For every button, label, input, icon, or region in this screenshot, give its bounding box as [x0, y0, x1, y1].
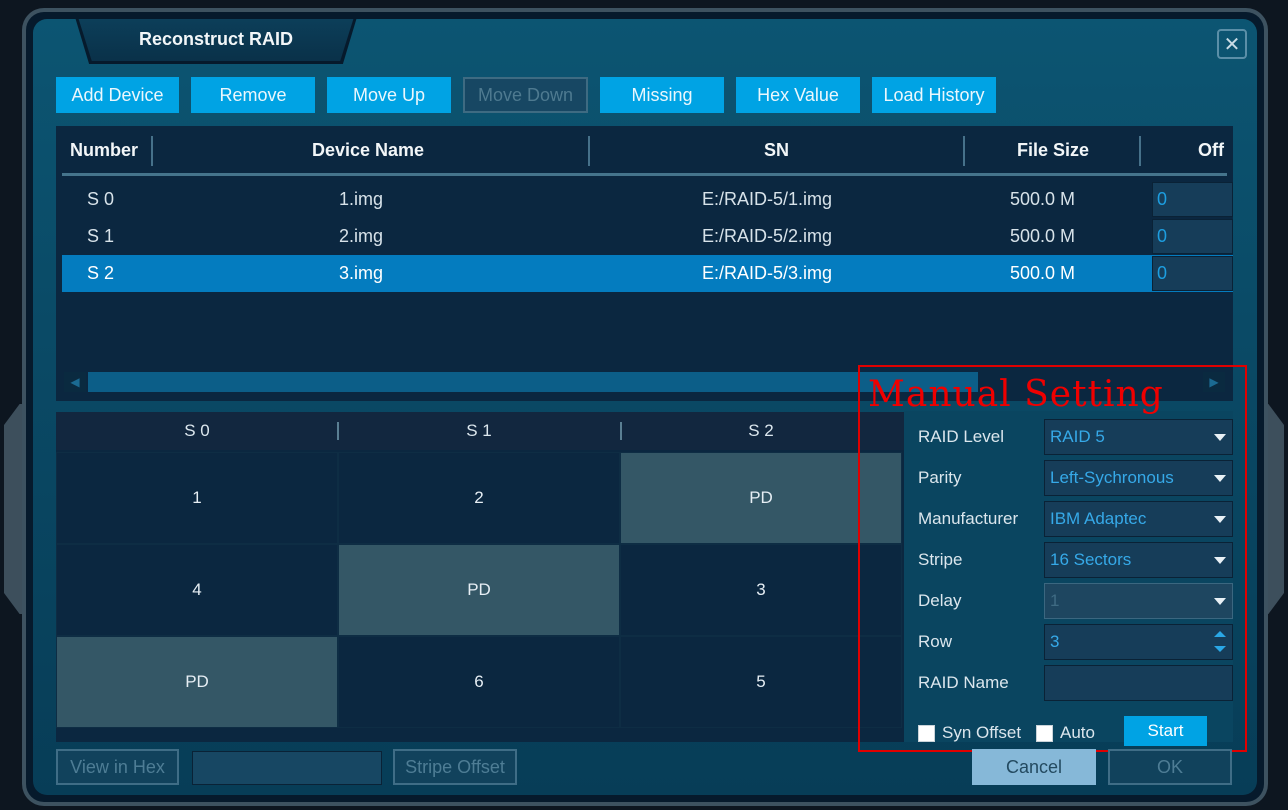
raid-name-row: RAID Name [904, 665, 1233, 701]
raid-level-label: RAID Level [918, 427, 1004, 446]
table-header: Number Device Name SN File Size Off [62, 126, 1227, 176]
cell-number: S 2 [87, 263, 115, 283]
manual-settings-panel: RAID Level RAID 5 Parity Left-Sychronous… [904, 411, 1233, 742]
cell-file-size: 500.0 M [1010, 263, 1076, 283]
scroll-right-arrow-icon[interactable]: ▶ [1203, 372, 1225, 392]
grid-cell-parity[interactable]: PD [620, 452, 902, 544]
grid-column-s0: S 0 [184, 421, 210, 440]
cell-sn: E:/RAID-5/1.img [702, 189, 833, 209]
checkbox-icon[interactable] [918, 724, 935, 742]
column-header-sn[interactable]: SN [764, 140, 789, 161]
column-header-number[interactable]: Number [70, 140, 138, 161]
toolbar: Add Device Remove Move Up Move Down Miss… [56, 77, 996, 113]
scroll-left-arrow-icon[interactable]: ◀ [64, 372, 86, 392]
row-label: Row [918, 632, 953, 651]
cell-sn: E:/RAID-5/2.img [702, 226, 833, 246]
delay-label: Delay [918, 591, 962, 610]
offset-input[interactable]: 0 [1152, 219, 1233, 254]
stripe-offset-button[interactable]: Stripe Offset [393, 749, 517, 785]
raid-layout-grid: S 0 S 1 S 2 1 2 PD 4 PD 3 PD 6 5 [56, 412, 904, 742]
offset-input[interactable]: 0 [1152, 256, 1233, 291]
table-row-selected[interactable]: S 2 3.img E:/RAID-5/3.img 500.0 M 0 [62, 255, 1233, 292]
parity-label: Parity [918, 468, 962, 487]
cell-number: S 0 [87, 189, 115, 209]
table-row[interactable]: S 1 2.img E:/RAID-5/2.img 500.0 M 0 [62, 218, 1233, 255]
grid-cell-parity[interactable]: PD [56, 636, 338, 728]
grid-header: S 0 S 1 S 2 [56, 412, 904, 450]
ok-button[interactable]: OK [1108, 749, 1232, 785]
row-spinbox[interactable]: 3 [1044, 624, 1233, 660]
chevron-down-icon [1214, 475, 1226, 482]
raid-name-label: RAID Name [918, 673, 1009, 692]
column-header-device-name[interactable]: Device Name [312, 140, 424, 161]
stripe-row: Stripe 16 Sectors [904, 542, 1233, 578]
checkbox-icon[interactable] [1036, 724, 1053, 742]
chevron-down-icon [1214, 557, 1226, 564]
cell-device-name: 3.img [339, 263, 384, 283]
raid-level-select[interactable]: RAID 5 [1044, 419, 1233, 455]
close-button[interactable]: ✕ [1217, 29, 1247, 59]
offset-input[interactable]: 0 [1152, 182, 1233, 217]
load-history-button[interactable]: Load History [872, 77, 996, 113]
syn-offset-checkbox[interactable]: Syn Offset [918, 723, 1021, 743]
cell-device-name: 1.img [339, 189, 384, 209]
move-down-button[interactable]: Move Down [463, 77, 588, 113]
stripe-select[interactable]: 16 Sectors [1044, 542, 1233, 578]
cell-file-size: 500.0 M [1010, 226, 1076, 246]
cell-device-name: 2.img [339, 226, 384, 246]
cell-number: S 1 [87, 226, 115, 246]
raid-name-input[interactable] [1044, 665, 1233, 701]
parity-select[interactable]: Left-Sychronous [1044, 460, 1233, 496]
spin-up-icon[interactable] [1214, 631, 1226, 637]
grid-cell[interactable]: 4 [56, 544, 338, 636]
delay-row: Delay 1 [904, 583, 1233, 619]
dialog-title: Reconstruct RAID [138, 29, 294, 49]
scrollbar-thumb[interactable] [88, 372, 978, 392]
hex-offset-input[interactable] [192, 751, 382, 785]
column-header-offset[interactable]: Off [1198, 140, 1224, 161]
start-button[interactable]: Start [1124, 716, 1207, 746]
reconstruct-raid-dialog: Reconstruct RAID ✕ Add Device Remove Mov… [33, 19, 1257, 795]
close-icon: ✕ [1223, 33, 1241, 56]
delay-select[interactable]: 1 [1044, 583, 1233, 619]
cell-file-size: 500.0 M [1010, 189, 1076, 209]
grid-column-s2: S 2 [748, 421, 774, 440]
chevron-down-icon [1214, 434, 1226, 441]
view-in-hex-button[interactable]: View in Hex [56, 749, 179, 785]
manufacturer-row: Manufacturer IBM Adaptec [904, 501, 1233, 537]
chevron-down-icon [1214, 598, 1226, 605]
grid-cell[interactable]: 2 [338, 452, 620, 544]
dialog-frame: Reconstruct RAID ✕ Add Device Remove Mov… [22, 8, 1268, 806]
move-up-button[interactable]: Move Up [327, 77, 451, 113]
spin-down-icon[interactable] [1214, 646, 1226, 652]
add-device-button[interactable]: Add Device [56, 77, 179, 113]
grid-cell-parity[interactable]: PD [338, 544, 620, 636]
auto-checkbox[interactable]: Auto [1036, 723, 1095, 743]
column-header-file-size[interactable]: File Size [1017, 140, 1089, 161]
grid-cell[interactable]: 3 [620, 544, 902, 636]
chevron-down-icon [1214, 516, 1226, 523]
manufacturer-label: Manufacturer [918, 509, 1019, 528]
row-count-row: Row 3 [904, 624, 1233, 660]
grid-cell[interactable]: 5 [620, 636, 902, 728]
parity-row: Parity Left-Sychronous [904, 460, 1233, 496]
manufacturer-select[interactable]: IBM Adaptec [1044, 501, 1233, 537]
cancel-button[interactable]: Cancel [972, 749, 1096, 785]
grid-column-s1: S 1 [466, 421, 492, 440]
cell-sn: E:/RAID-5/3.img [702, 263, 833, 283]
remove-button[interactable]: Remove [191, 77, 315, 113]
manual-setting-annotation: Manual Setting [868, 374, 1164, 415]
hex-value-button[interactable]: Hex Value [736, 77, 860, 113]
missing-button[interactable]: Missing [600, 77, 724, 113]
grid-cell[interactable]: 1 [56, 452, 338, 544]
table-row[interactable]: S 0 1.img E:/RAID-5/1.img 500.0 M 0 [62, 181, 1233, 218]
raid-level-row: RAID Level RAID 5 [904, 419, 1233, 455]
device-table: Number Device Name SN File Size Off S 0 … [56, 126, 1233, 401]
stripe-label: Stripe [918, 550, 963, 569]
grid-cell[interactable]: 6 [338, 636, 620, 728]
